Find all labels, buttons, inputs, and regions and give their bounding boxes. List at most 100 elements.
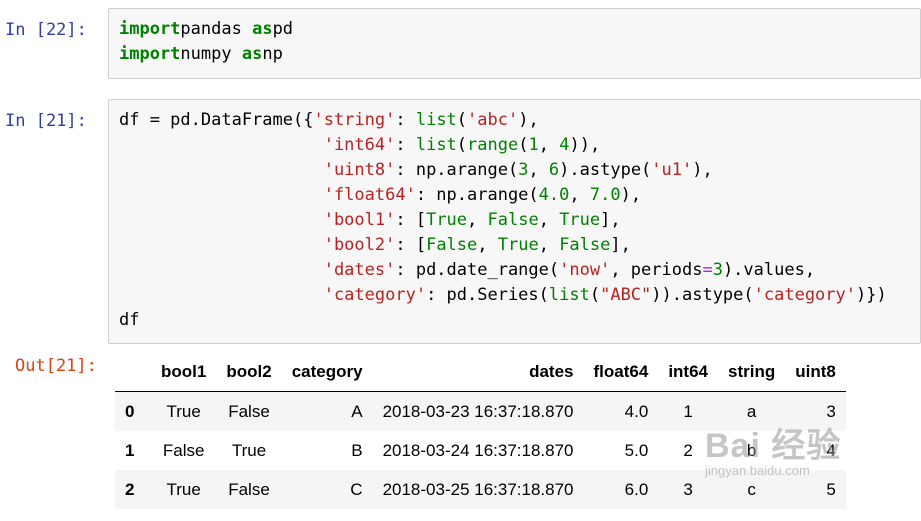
table-cell: False (228, 401, 270, 421)
code-token: , (538, 210, 560, 230)
code-token: list (415, 135, 457, 155)
code-line: df = pd.DataFrame({'string': list('abc')… (119, 110, 539, 130)
code-token: df (119, 310, 140, 330)
code-token: np (262, 44, 283, 64)
code-token: ).astype( (559, 160, 652, 180)
column-header: string (718, 352, 786, 392)
table-cell: True (166, 401, 201, 421)
table-cell: 3 (826, 401, 836, 421)
table-cell: 2018-03-23 16:37:18.870 (382, 401, 574, 421)
code-token: 'uint8' (323, 160, 396, 180)
code-line: importpandas aspd (119, 19, 293, 39)
code-token: : (395, 135, 416, 155)
column-header: dates (372, 352, 584, 392)
code-token: ), (620, 185, 642, 205)
table-row: 2 True False C 2018-03-25 16:37:18.870 6… (115, 470, 846, 509)
table-cell: False (162, 440, 205, 460)
code-token: as (241, 44, 263, 64)
code-token: 'abc' (467, 110, 519, 130)
table-cell: 5.0 (624, 440, 649, 460)
code-token: : np.arange( (415, 185, 539, 205)
code-line: 'bool2': [False, True, False], (119, 235, 631, 255)
table-header-row: bool1 bool2 category dates float64 int64… (115, 352, 846, 392)
table-row: 0 True False A 2018-03-23 16:37:18.870 4… (115, 391, 846, 431)
code-token: )), (569, 135, 601, 155)
code-token: , (538, 235, 560, 255)
table-row: 1 False True B 2018-03-24 16:37:18.870 5… (115, 431, 846, 470)
table-cell: 4.0 (624, 401, 649, 421)
column-header: category (281, 352, 373, 392)
column-header: int64 (658, 352, 718, 392)
code-token: : (395, 110, 416, 130)
input-prompt-22: In [22]: (5, 20, 87, 40)
code-token: True (497, 235, 539, 255)
code-line: df (119, 310, 139, 330)
code-token: ( (456, 135, 468, 155)
table-cell: 2018-03-25 16:37:18.870 (382, 479, 574, 499)
code-editor[interactable]: importpandas aspd importnumpy asnp (109, 9, 920, 75)
code-token: 'category' (323, 285, 427, 305)
code-token: 7.0 (589, 185, 621, 205)
code-token: , (538, 135, 560, 155)
code-cell-dataframe[interactable]: df = pd.DataFrame({'string': list('abc')… (108, 99, 921, 344)
code-cell-imports[interactable]: importpandas aspd importnumpy asnp (108, 8, 921, 79)
code-token: True (559, 210, 601, 230)
code-token: , (467, 210, 488, 230)
code-token: ), (692, 160, 713, 180)
code-line: 'float64': np.arange(4.0, 7.0), (119, 185, 641, 205)
code-token: : [ (395, 235, 427, 255)
code-token: False (559, 235, 611, 255)
table-cell: 6.0 (624, 479, 649, 499)
output-prompt-21: Out[21]: (15, 356, 97, 376)
code-token: : np.arange( (395, 160, 519, 180)
code-line: 'category': pd.Series(list("ABC")).astyp… (119, 285, 887, 305)
code-token: pd (272, 19, 294, 39)
code-token: ), (518, 110, 539, 130)
code-token: , (528, 160, 549, 180)
code-token: ( (518, 135, 529, 155)
code-token: 'u1' (651, 160, 693, 180)
code-token: 'now' (559, 260, 611, 280)
code-token: True (426, 210, 468, 230)
code-token: : pd.date_range( (395, 260, 560, 280)
code-token: : [ (395, 210, 427, 230)
column-header: float64 (583, 352, 659, 392)
table-cell: 2 (683, 440, 693, 460)
code-line: 'uint8': np.arange(3, 6).astype('u1'), (119, 160, 713, 180)
code-token: )).astype( (651, 285, 754, 305)
dataframe-output-table: bool1 bool2 category dates float64 int64… (115, 352, 846, 509)
table-cell: 5 (826, 479, 836, 499)
row-index: 2 (125, 479, 135, 499)
code-token: 'float64' (323, 185, 416, 205)
code-line: 'bool1': [True, False, True], (119, 210, 621, 230)
code-token: , (477, 235, 498, 255)
table-cell: A (351, 401, 363, 421)
column-header: bool1 (151, 352, 217, 392)
code-token: ], (610, 235, 631, 255)
code-token: 6 (548, 160, 560, 180)
code-token: numpy (180, 44, 242, 64)
code-token: 4 (559, 135, 570, 155)
code-token: 3 (712, 260, 723, 280)
code-token: range (467, 135, 519, 155)
column-header: uint8 (785, 352, 846, 392)
table-cell: 3 (683, 479, 693, 499)
code-editor[interactable]: df = pd.DataFrame({'string': list('abc')… (109, 100, 920, 341)
code-token: list (548, 285, 590, 305)
code-token: : pd.Series( (426, 285, 549, 305)
index-header (115, 352, 151, 392)
column-header: bool2 (216, 352, 282, 392)
row-index: 1 (125, 440, 135, 460)
input-prompt-21: In [21]: (5, 111, 87, 131)
code-token: ( (456, 110, 468, 130)
code-token: 4.0 (538, 185, 570, 205)
code-token: list (415, 110, 457, 130)
code-token: ], (600, 210, 621, 230)
table-cell: False (228, 479, 270, 499)
row-index: 0 (125, 401, 135, 421)
